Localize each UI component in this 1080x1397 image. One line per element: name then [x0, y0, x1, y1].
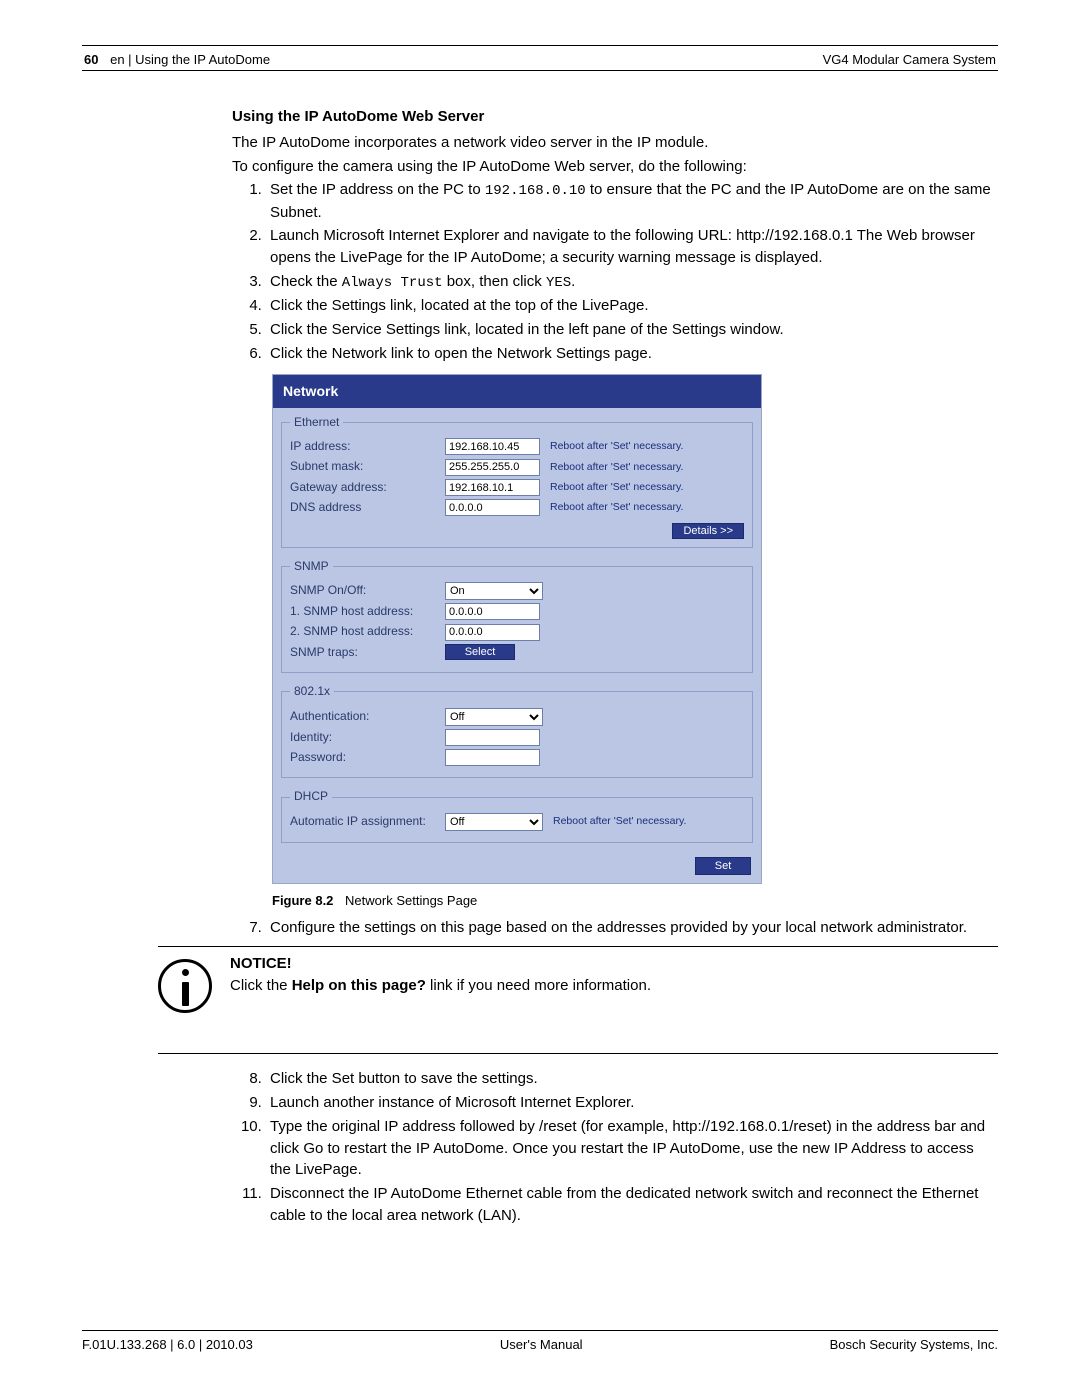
figure-caption: Figure 8.2 Network Settings Page [272, 892, 998, 911]
identity-input[interactable] [445, 729, 540, 746]
8021x-panel: 802.1x Authentication: Off Identity: Pas… [281, 683, 753, 778]
step-4: Click the Settings link, located at the … [266, 295, 998, 317]
auth-select[interactable]: Off [445, 708, 543, 726]
steps-list-b: Click the Set button to save the setting… [232, 1068, 998, 1226]
8021x-legend: 802.1x [290, 683, 334, 700]
ip-label: IP address: [290, 438, 445, 455]
step-8: Click the Set button to save the setting… [266, 1068, 998, 1090]
ip-note: Reboot after 'Set' necessary. [550, 439, 683, 454]
figure-title: Network [273, 375, 761, 407]
footer-left: F.01U.133.268 | 6.0 | 2010.03 [82, 1337, 253, 1352]
snmp-legend: SNMP [290, 558, 333, 575]
snmp-onoff-label: SNMP On/Off: [290, 582, 445, 599]
gateway-input[interactable] [445, 479, 540, 496]
dns-note: Reboot after 'Set' necessary. [550, 500, 683, 515]
subnet-input[interactable] [445, 459, 540, 476]
dhcp-panel: DHCP Automatic IP assignment: Off Reboot… [281, 788, 753, 842]
snmp-host2-label: 2. SNMP host address: [290, 623, 445, 640]
step-11: Disconnect the IP AutoDome Ethernet cabl… [266, 1183, 998, 1227]
ethernet-panel: Ethernet IP address: Reboot after 'Set' … [281, 414, 753, 548]
snmp-panel: SNMP SNMP On/Off: On 1. SNMP host addres… [281, 558, 753, 674]
dns-input[interactable] [445, 499, 540, 516]
dhcp-auto-label: Automatic IP assignment: [290, 813, 445, 830]
dhcp-note: Reboot after 'Set' necessary. [553, 814, 686, 829]
snmp-host2-input[interactable] [445, 624, 540, 641]
section-title: Using the IP AutoDome Web Server [232, 106, 998, 128]
set-button[interactable]: Set [695, 857, 751, 875]
info-icon [158, 959, 212, 1013]
step-3: Check the Always Trust box, then click Y… [266, 271, 998, 293]
step-10: Type the original IP address followed by… [266, 1116, 998, 1181]
identity-label: Identity: [290, 729, 445, 746]
snmp-onoff-select[interactable]: On [445, 582, 543, 600]
auth-label: Authentication: [290, 708, 445, 725]
footer-right: Bosch Security Systems, Inc. [830, 1337, 998, 1352]
snmp-select-button[interactable]: Select [445, 644, 515, 660]
ethernet-legend: Ethernet [290, 414, 343, 431]
page-number: 60 [84, 52, 98, 67]
intro-1: The IP AutoDome incorporates a network v… [232, 132, 998, 154]
system-name: VG4 Modular Camera System [823, 52, 996, 67]
snmp-host1-input[interactable] [445, 603, 540, 620]
details-button[interactable]: Details >> [672, 523, 744, 539]
subnet-label: Subnet mask: [290, 458, 445, 475]
page-footer: F.01U.133.268 | 6.0 | 2010.03 User's Man… [82, 1330, 998, 1352]
step-5: Click the Service Settings link, located… [266, 319, 998, 341]
password-input[interactable] [445, 749, 540, 766]
dhcp-auto-select[interactable]: Off [445, 813, 543, 831]
footer-center: User's Manual [500, 1337, 583, 1352]
snmp-host1-label: 1. SNMP host address: [290, 603, 445, 620]
step-6: Click the Network link to open the Netwo… [266, 343, 998, 365]
ip-input[interactable] [445, 438, 540, 455]
step-2: Launch Microsoft Internet Explorer and n… [266, 225, 998, 269]
network-settings-figure: Network Ethernet IP address: Reboot afte… [272, 374, 762, 883]
gateway-label: Gateway address: [290, 479, 445, 496]
intro-2: To configure the camera using the IP Aut… [232, 156, 998, 178]
steps-list-a: Set the IP address on the PC to 192.168.… [232, 179, 998, 364]
step-9: Launch another instance of Microsoft Int… [266, 1092, 998, 1114]
breadcrumb: en | Using the IP AutoDome [110, 52, 270, 67]
subnet-note: Reboot after 'Set' necessary. [550, 460, 683, 475]
step-1: Set the IP address on the PC to 192.168.… [266, 179, 998, 223]
snmp-traps-label: SNMP traps: [290, 644, 445, 661]
step-7: Configure the settings on this page base… [266, 917, 998, 939]
dns-label: DNS address [290, 499, 445, 516]
notice-title: NOTICE! [230, 953, 651, 975]
gateway-note: Reboot after 'Set' necessary. [550, 480, 683, 495]
dhcp-legend: DHCP [290, 788, 332, 805]
notice-body: Click the Help on this page? link if you… [230, 975, 651, 997]
page-header: 60 en | Using the IP AutoDome VG4 Modula… [82, 52, 998, 67]
steps-list-7: Configure the settings on this page base… [232, 917, 998, 939]
notice-block: NOTICE! Click the Help on this page? lin… [158, 946, 998, 1054]
password-label: Password: [290, 749, 445, 766]
